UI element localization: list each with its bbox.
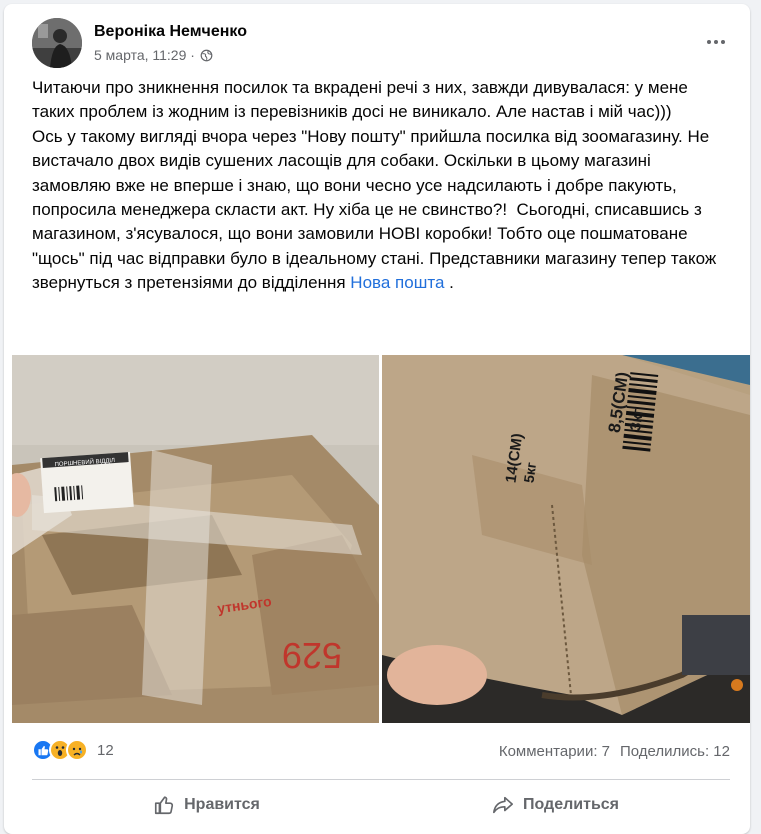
post-meta: 5 марта, 11:29 ·	[94, 47, 213, 63]
reaction-count: 12	[97, 741, 114, 759]
post-body: Читаючи про зникнення посилок та вкраден…	[32, 78, 717, 293]
share-label: Поделиться	[522, 796, 620, 813]
post-card: Вероніка Немченко 5 марта, 11:29 · Читаю…	[4, 4, 750, 834]
post-date[interactable]: 5 марта, 11:29 ·	[94, 47, 195, 63]
thumbs-up-icon	[155, 796, 174, 815]
engagement-counts: Комментарии: 7 Поделились: 12	[499, 743, 730, 760]
divider	[32, 779, 730, 780]
box-weight-mark-1: 5кг	[520, 461, 539, 484]
action-bar: Нравится Поделиться	[32, 785, 730, 825]
globe-icon	[200, 49, 213, 61]
page-link[interactable]: Нова пошта	[350, 273, 444, 292]
like-label: Нравится	[184, 796, 260, 813]
box-weight-mark-2: 3кг	[627, 408, 647, 432]
share-icon	[492, 796, 513, 814]
comments-count[interactable]: Комментарии: 7	[499, 743, 610, 760]
handwritten-number: 529	[282, 635, 342, 676]
shares-count[interactable]: Поделились: 12	[620, 743, 730, 760]
photo-grid: ПОРШНЕВИЙ ВІДДІЛ утнього 529 14(СМ) 5кг …	[12, 355, 750, 723]
post-end: .	[444, 273, 454, 293]
post-stats: 12 Комментарии: 7 Поделились: 12	[32, 737, 730, 767]
post-header: Вероніка Немченко 5 марта, 11:29 ·	[32, 18, 730, 68]
avatar[interactable]	[32, 18, 82, 68]
share-button[interactable]: Поделиться	[381, 785, 730, 825]
author-name[interactable]: Вероніка Немченко	[94, 23, 247, 41]
more-options-icon[interactable]	[702, 32, 730, 52]
reactions-summary[interactable]: 12	[32, 739, 114, 761]
photo-damaged-box-2[interactable]: 14(СМ) 5кг 8,5(СМ) 3кг	[382, 355, 750, 723]
like-button[interactable]: Нравится	[32, 785, 381, 825]
sad-reaction-icon	[66, 739, 88, 761]
photo-damaged-box-1[interactable]: ПОРШНЕВИЙ ВІДДІЛ утнього 529	[12, 355, 379, 723]
post-text: Читаючи про зникнення посилок та вкраден…	[32, 76, 722, 296]
